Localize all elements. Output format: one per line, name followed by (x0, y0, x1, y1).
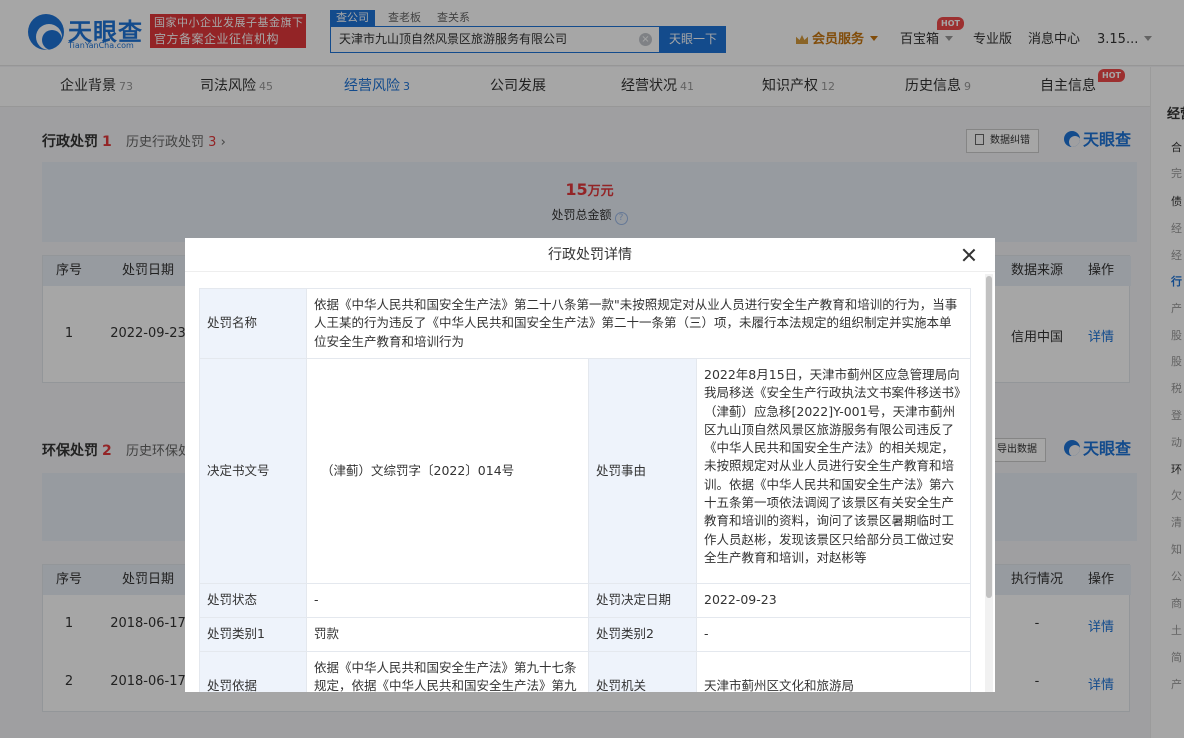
reason-value-cell: 2022年8月15日，天津市蓟州区应急管理局向我局移送《安全生产行政执法文书案件… (696, 358, 971, 584)
status-value-cell: - (306, 583, 589, 618)
modal-scrollbar-thumb[interactable] (986, 276, 992, 598)
doc-no-label: 决定书文号 (207, 462, 270, 478)
type1-label: 处罚类别1 (207, 626, 265, 642)
decision-date-label: 处罚决定日期 (596, 592, 672, 608)
type2-label: 处罚类别2 (596, 626, 654, 642)
type1-value-cell: 罚款 (306, 617, 589, 652)
authority-value-cell: 天津市蓟州区文化和旅游局 (696, 651, 971, 692)
name-value: 依据《中华人民共和国安全生产法》第二十八条第一款"未按照规定对从业人员进行安全生… (314, 297, 958, 349)
reason-value: 2022年8月15日，天津市蓟州区应急管理局向我局移送《安全生产行政执法文书案件… (704, 367, 961, 565)
status-value: - (314, 592, 319, 608)
decision-date-label-cell: 处罚决定日期 (588, 583, 697, 618)
modal-title: 行政处罚详情 (185, 238, 995, 272)
type1-value: 罚款 (314, 626, 340, 642)
basis-value-cell: 依据《中华人民共和国安全生产法》第九十七条规定，依据《中华人民共和国安全生产法》… (306, 651, 589, 692)
type1-label-cell: 处罚类别1 (199, 617, 307, 652)
authority-label-cell: 处罚机关 (588, 651, 697, 692)
decision-date-value: 2022-09-23 (704, 592, 777, 608)
status-label-cell: 处罚状态 (199, 583, 307, 618)
type2-value-cell: - (696, 617, 971, 652)
doc-no-value: （津蓟）文综罚字〔2022〕014号 (321, 462, 515, 478)
doc-no-value-cell: （津蓟）文综罚字〔2022〕014号 (306, 358, 589, 584)
basis-value: 依据《中华人民共和国安全生产法》第九十七条规定，依据《中华人民共和国安全生产法》… (314, 660, 577, 692)
reason-label-cell: 处罚事由 (588, 358, 697, 584)
status-label: 处罚状态 (207, 592, 258, 608)
reason-label: 处罚事由 (596, 462, 647, 478)
authority-value: 天津市蓟州区文化和旅游局 (704, 677, 855, 692)
doc-no-label-cell: 决定书文号 (199, 358, 307, 584)
type2-value: - (704, 626, 709, 642)
basis-label: 处罚依据 (207, 677, 258, 692)
authority-label: 处罚机关 (596, 677, 647, 692)
name-label-cell: 处罚名称 (199, 288, 307, 359)
name-label: 处罚名称 (207, 315, 258, 331)
penalty-detail-modal: 行政处罚详情 处罚名称 依据《中华人民共和国安全生产法》第二十八条第一款"未按照… (185, 238, 995, 692)
name-value-cell: 依据《中华人民共和国安全生产法》第二十八条第一款"未按照规定对从业人员进行安全生… (306, 288, 971, 359)
type2-label-cell: 处罚类别2 (588, 617, 697, 652)
basis-label-cell: 处罚依据 (199, 651, 307, 692)
close-icon[interactable] (961, 247, 977, 263)
decision-date-value-cell: 2022-09-23 (696, 583, 971, 618)
